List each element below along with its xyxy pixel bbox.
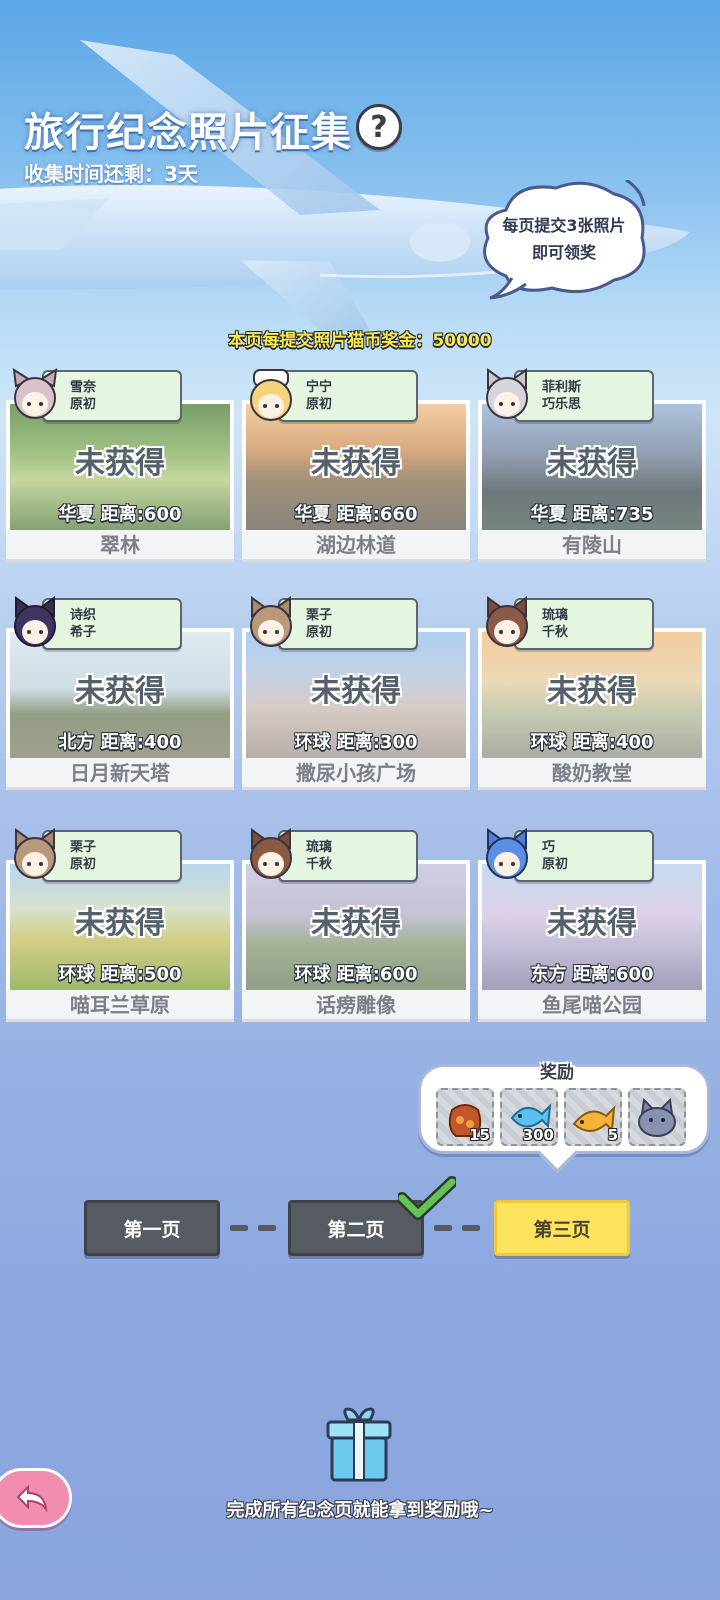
gift-box-icon[interactable] — [322, 1406, 396, 1484]
character-name: 琉璃 — [542, 608, 569, 623]
page-1-button[interactable]: 第一页 — [84, 1200, 220, 1256]
cat-girl-avatar-icon — [250, 828, 292, 879]
page-title: 旅行纪念照片征集 — [24, 110, 352, 156]
status-label: 未获得 — [311, 674, 401, 709]
location-name: 有陵山 — [478, 530, 706, 562]
completion-hint: 完成所有纪念页就能拿到奖励哦~ — [226, 1500, 494, 1521]
photo-card[interactable]: 未获得 环球 距离:600 话痨雕像 琉璃 千秋 — [242, 828, 470, 1022]
cat-girl-avatar-icon — [12, 368, 58, 419]
status-label: 未获得 — [547, 906, 637, 941]
distance-label: 华夏 距离:600 — [58, 504, 182, 525]
character-name: 栗子 — [70, 840, 97, 855]
photo-card[interactable]: 未获得 环球 距离:400 酸奶教堂 琉璃 千秋 — [478, 596, 706, 790]
character-name: 栗子 — [306, 608, 333, 623]
character-outfit: 希子 — [70, 625, 97, 640]
cat-girl-avatar-icon — [486, 828, 528, 879]
character-outfit: 原初 — [70, 857, 97, 872]
tip-line-1: 每页提交3张照片 — [502, 216, 626, 235]
location-name: 撒尿小孩广场 — [242, 758, 470, 790]
cat-girl-avatar-icon — [14, 828, 56, 879]
reward-count: 300 — [522, 1126, 554, 1144]
distance-label: 环球 距离:300 — [294, 732, 418, 753]
distance-label: 北方 距离:400 — [58, 732, 182, 753]
status-label: 未获得 — [547, 446, 637, 481]
photo-card[interactable]: 未获得 华夏 距离:735 有陵山 菲利斯 巧乐思 — [478, 368, 706, 562]
character-name: 琉璃 — [306, 840, 333, 855]
photo-card[interactable]: 未获得 环球 距离:500 喵耳兰草原 栗子 原初 — [6, 828, 234, 1022]
photo-card[interactable]: 未获得 北方 距离:400 日月新天塔 诗织 希子 — [6, 596, 234, 790]
distance-label: 华夏 距离:660 — [294, 504, 418, 525]
photo-card[interactable]: 未获得 东方 距离:600 鱼尾喵公园 巧 原初 — [478, 828, 706, 1022]
character-outfit: 原初 — [70, 397, 97, 412]
character-outfit: 原初 — [542, 857, 569, 872]
character-outfit: 千秋 — [542, 625, 569, 640]
coin-bonus-text: 本页每提交照片猫币奖金：50000 — [228, 331, 492, 351]
distance-label: 华夏 距离:735 — [530, 504, 654, 525]
connector-dash — [258, 1225, 276, 1231]
reward-slot[interactable]: 5 — [564, 1088, 622, 1146]
cat-plush-icon — [638, 1097, 676, 1137]
cat-girl-avatar-icon — [250, 369, 292, 421]
connector-dash — [462, 1225, 480, 1231]
status-label: 未获得 — [311, 906, 401, 941]
back-button[interactable] — [0, 1468, 72, 1528]
location-name: 鱼尾喵公园 — [478, 990, 706, 1022]
character-outfit: 巧乐思 — [542, 397, 582, 412]
status-label: 未获得 — [311, 446, 401, 481]
location-name: 酸奶教堂 — [478, 758, 706, 790]
tip-line-2: 即可领奖 — [531, 243, 596, 262]
reward-slot[interactable] — [628, 1088, 686, 1146]
cat-girl-avatar-icon — [486, 596, 528, 647]
character-name: 巧 — [542, 840, 556, 855]
page-3-button[interactable]: 第三页 — [494, 1200, 630, 1256]
character-outfit: 原初 — [306, 625, 333, 640]
location-name: 日月新天塔 — [6, 758, 234, 790]
distance-label: 环球 距离:400 — [530, 732, 654, 753]
submission-tip: 每页提交3张照片 即可领奖 — [484, 212, 644, 266]
location-name: 湖边林道 — [242, 530, 470, 562]
distance-label: 环球 距离:500 — [58, 964, 182, 985]
distance-label: 东方 距离:600 — [530, 964, 654, 985]
photo-card[interactable]: 未获得 环球 距离:300 撒尿小孩广场 栗子 原初 — [242, 596, 470, 790]
status-label: 未获得 — [75, 446, 165, 481]
connector-dash — [434, 1225, 452, 1231]
cat-girl-avatar-icon — [14, 596, 56, 647]
photo-card[interactable]: 未获得 华夏 距离:600 翠林 雪奈 原初 — [6, 368, 234, 562]
reward-title: 奖励 — [540, 1063, 574, 1083]
collection-timer: 收集时间还剩：3天 — [24, 162, 198, 186]
distance-label: 环球 距离:600 — [294, 964, 418, 985]
reward-count: 15 — [469, 1126, 490, 1144]
location-name: 话痨雕像 — [242, 990, 470, 1022]
cat-girl-avatar-icon — [486, 368, 528, 419]
character-outfit: 原初 — [306, 397, 333, 412]
character-name: 菲利斯 — [542, 380, 582, 395]
reward-slot[interactable]: 300 — [500, 1088, 558, 1146]
character-outfit: 千秋 — [306, 857, 333, 872]
status-label: 未获得 — [75, 674, 165, 709]
status-label: 未获得 — [547, 674, 637, 709]
reward-slot[interactable]: 15 — [436, 1088, 494, 1146]
character-name: 诗织 — [70, 608, 97, 623]
checkmark-icon — [398, 1176, 456, 1220]
reward-count: 5 — [607, 1126, 618, 1144]
character-name: 宁宁 — [306, 380, 333, 395]
status-label: 未获得 — [75, 906, 165, 941]
cat-girl-avatar-icon — [250, 596, 292, 647]
back-arrow-icon — [16, 1484, 48, 1513]
connector-dash — [230, 1225, 248, 1231]
photo-card[interactable]: 未获得 华夏 距离:660 湖边林道 宁宁 原初 — [242, 369, 470, 562]
character-name: 雪奈 — [70, 380, 97, 395]
location-name: 翠林 — [6, 530, 234, 562]
location-name: 喵耳兰草原 — [6, 990, 234, 1022]
question-mark-icon[interactable]: ? — [356, 104, 402, 150]
